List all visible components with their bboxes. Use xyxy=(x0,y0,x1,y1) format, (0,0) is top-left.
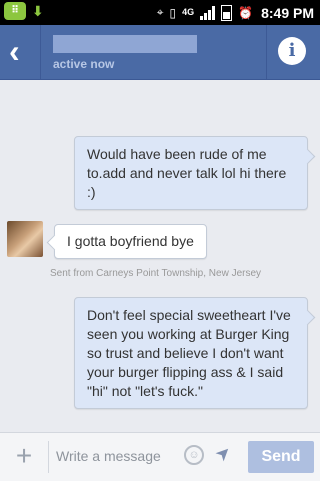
back-button[interactable]: ‹ xyxy=(0,25,41,79)
notification-area: ⠿ ⬇ xyxy=(4,2,44,20)
smiley-icon: ☺ xyxy=(188,449,200,461)
conversation-header: ‹ active now i xyxy=(0,25,320,80)
send-button[interactable]: Send xyxy=(248,441,314,473)
message-location-note: Sent from Carneys Point Township, New Je… xyxy=(50,268,262,279)
clock: 8:49 PM xyxy=(261,4,314,21)
divider xyxy=(48,441,49,473)
system-tray: ⌖ ▯ 4G ⏰ 8:49 PM xyxy=(157,0,314,25)
info-button[interactable]: i xyxy=(278,37,306,65)
signal-icon xyxy=(200,5,216,20)
vibrate-icon: ▯ xyxy=(169,5,177,20)
message-input[interactable] xyxy=(56,443,180,469)
emoji-button[interactable]: ☺ xyxy=(184,445,204,465)
message-composer: + ☺ ➤ Send xyxy=(0,432,320,481)
gps-icon: ⌖ xyxy=(156,5,164,19)
bbm-icon: ⠿ xyxy=(4,2,26,20)
location-arrow-icon: ➤ xyxy=(210,440,236,466)
info-icon: i xyxy=(288,40,296,61)
chevron-left-icon: ‹ xyxy=(9,33,20,69)
contact-avatar[interactable] xyxy=(7,221,43,257)
status-bar: ⠿ ⬇ ⌖ ▯ 4G ⏰ 8:49 PM xyxy=(0,0,320,25)
message-incoming[interactable]: I gotta boyfriend bye xyxy=(54,224,207,259)
location-button[interactable]: ➤ xyxy=(211,441,237,467)
presence-status: active now xyxy=(53,57,115,71)
battery-icon xyxy=(221,4,233,21)
attach-button[interactable]: + xyxy=(10,439,38,473)
divider xyxy=(266,25,267,79)
download-icon: ⬇ xyxy=(32,3,44,19)
plus-icon: + xyxy=(15,440,33,471)
contact-name-redacted xyxy=(53,35,197,53)
message-outgoing[interactable]: Don't feel special sweetheart I've seen … xyxy=(74,297,308,409)
message-outgoing[interactable]: Would have been rude of me to.add and ne… xyxy=(74,136,308,210)
network-type: 4G xyxy=(182,7,195,17)
alarm-icon: ⏰ xyxy=(238,5,254,20)
